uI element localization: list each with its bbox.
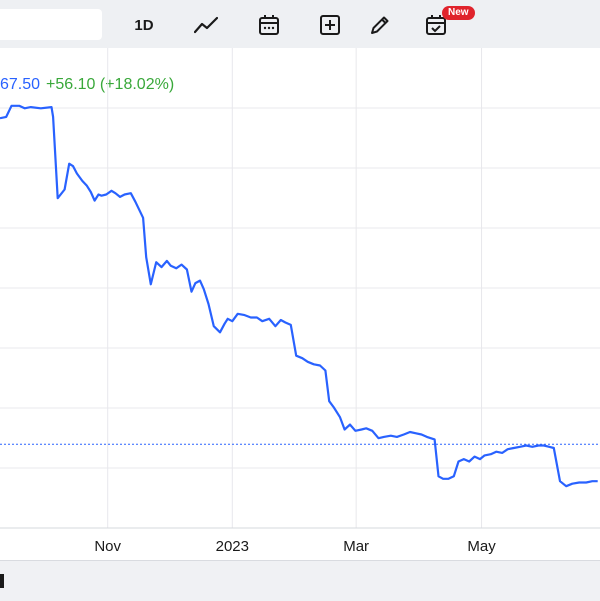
x-tick-label: Mar	[343, 538, 369, 555]
x-axis: Nov 2023 Mar May	[94, 538, 496, 555]
chart-grid	[0, 48, 600, 529]
x-tick-label: May	[467, 538, 496, 555]
x-tick-label: Nov	[94, 538, 121, 555]
panel-marker	[0, 574, 4, 588]
series-line	[0, 104, 598, 488]
bottom-panel	[0, 560, 600, 601]
price-chart[interactable]: Nov 2023 Mar May	[0, 0, 600, 600]
x-tick-label: 2023	[216, 538, 249, 555]
